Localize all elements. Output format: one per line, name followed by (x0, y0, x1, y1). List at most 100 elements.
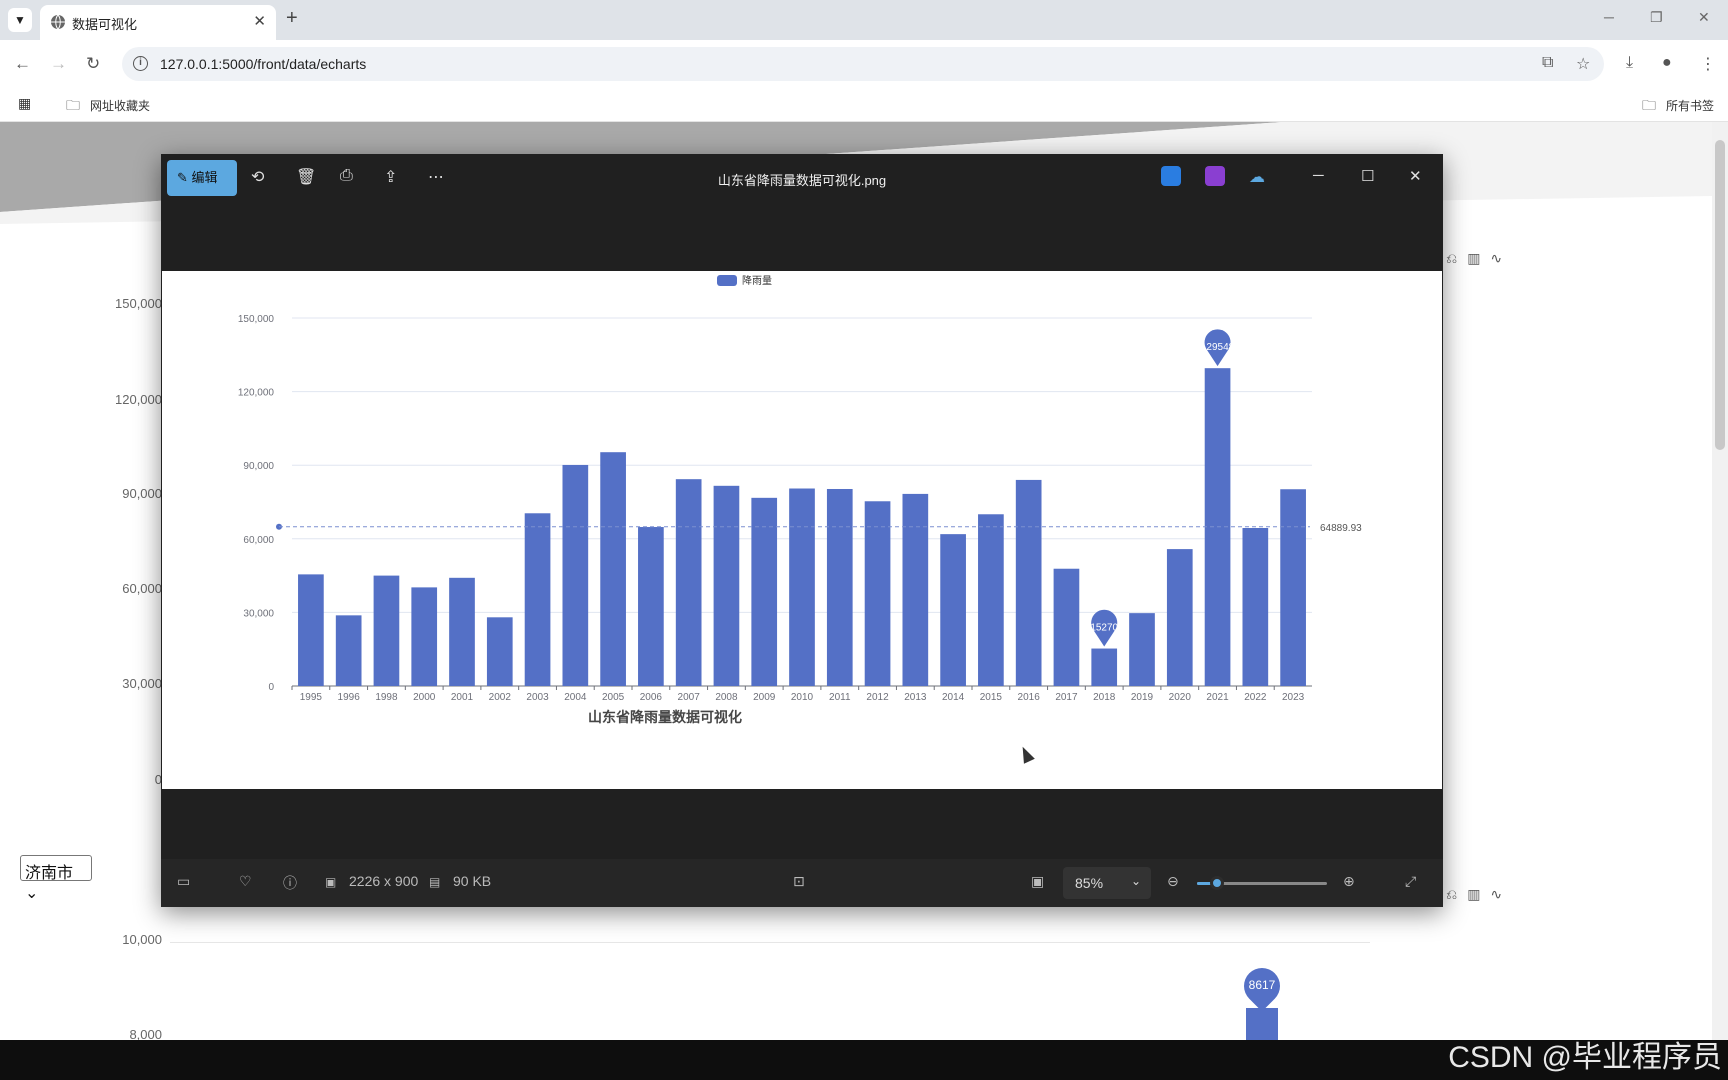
address-toolbar: ← → ↻ i 127.0.0.1:5000/front/data/echart… (0, 40, 1728, 88)
bg-chart2-ytick: 10,000 (122, 932, 162, 947)
x-tick-label: 2000 (413, 692, 436, 703)
filmstrip-icon[interactable]: ▭ (177, 873, 190, 890)
rainfall-bar-chart: 150,000 120,000 90,000 60,000 30,000 0 1995 199… (238, 274, 1362, 725)
bar (1280, 489, 1306, 686)
bg-axis-label: 60,000 (122, 581, 162, 596)
bg-gridline (170, 942, 1370, 943)
zoom-value: 85% (1075, 875, 1104, 891)
file-info-icon[interactable]: ⓘ (283, 873, 297, 893)
bg-axis-label: 120,000 (115, 392, 162, 407)
x-tick-label: 2016 (1018, 692, 1041, 703)
apps-grid-icon[interactable]: ▦ (18, 95, 31, 112)
y-tick-label: 0 (268, 682, 274, 693)
forward-button[interactable]: → (50, 54, 67, 74)
city-select[interactable]: 济南市 ⌄ (20, 855, 92, 902)
zoom-slider-thumb[interactable] (1209, 876, 1224, 890)
browser-tab-active[interactable]: 数据可视化 ✕ (40, 5, 276, 40)
zoom-out-icon[interactable]: ⊖ (1167, 873, 1179, 890)
browser-tabstrip: ▼ 数据可视化 ✕ + ─ ❐ ✕ (0, 0, 1728, 40)
mark-point-min-label: 15270 (1090, 622, 1118, 633)
x-tick-label: 2002 (489, 692, 512, 703)
viewer-minimize-button[interactable]: ─ (1313, 167, 1324, 184)
x-tick-label: 2004 (564, 692, 587, 703)
y-tick-label: 30,000 (243, 608, 274, 619)
bg-axis-label: 30,000 (122, 676, 162, 691)
tab-close-icon[interactable]: ✕ (253, 12, 266, 30)
chevron-down-icon: ⌄ (1130, 874, 1141, 888)
bar (1091, 648, 1118, 686)
viewer-maximize-button[interactable]: ☐ (1361, 167, 1374, 185)
x-tick-label: 2020 (1169, 692, 1192, 703)
site-info-icon[interactable]: i (133, 56, 148, 71)
favorite-heart-icon[interactable]: ♡ (239, 873, 252, 890)
y-tick-label: 150,000 (238, 314, 275, 325)
dimensions-icon: ▣ (325, 875, 337, 889)
bar (864, 501, 891, 686)
download-icon[interactable]: ⤓ (1626, 54, 1633, 72)
fullscreen-icon[interactable]: ⤢ (1405, 873, 1416, 890)
mark-point-max-label: 129548 (1201, 342, 1235, 353)
bar (562, 464, 589, 686)
folder-icon: 🗀 (66, 97, 80, 113)
x-tick-label: 2007 (678, 692, 701, 703)
x-tick-label: 2001 (451, 692, 474, 703)
bookmark-folder[interactable]: 网址收藏夹 (90, 97, 150, 114)
bar (940, 534, 966, 686)
bg-axis-label: 90,000 (122, 486, 162, 501)
actual-size-icon[interactable]: ▣ (1031, 873, 1044, 890)
designer-app-icon[interactable] (1161, 166, 1181, 186)
legend-label: 降雨量 (742, 274, 772, 287)
reload-button[interactable]: ↻ (86, 54, 100, 74)
bar (751, 497, 778, 686)
visual-search-icon[interactable]: ⊡ (793, 873, 805, 890)
x-tick-label: 1996 (338, 692, 361, 703)
zoom-dropdown[interactable]: 85% ⌄ (1063, 867, 1151, 899)
menu-kebab-icon[interactable]: ⋮ (1700, 54, 1716, 74)
photo-viewer-window: ✎ 编辑 ⟲ 🗑 ⎙ ⇪ ⋯ 山东省降雨量数据可视化.png ☁ ─ ☐ ✕ 1… (161, 154, 1443, 907)
x-tick-label: 2009 (753, 692, 776, 703)
url-text[interactable]: 127.0.0.1:5000/front/data/echarts (160, 56, 366, 72)
bar (524, 513, 551, 686)
image-canvas: 150,000 120,000 90,000 60,000 30,000 0 1995 199… (162, 271, 1442, 789)
bar (486, 617, 513, 686)
clipchamp-app-icon[interactable] (1205, 166, 1225, 186)
chart-toolbox-bottom[interactable]: ⎌▥∿ (1446, 886, 1512, 903)
address-bar[interactable]: i 127.0.0.1:5000/front/data/echarts ⧉ ☆ (122, 47, 1604, 81)
back-button[interactable]: ← (14, 54, 31, 74)
x-tick-label: 1995 (300, 692, 323, 703)
onedrive-icon[interactable]: ☁ (1249, 167, 1265, 187)
restore-window-button[interactable]: ❐ (1650, 9, 1663, 26)
x-tick-label: 2008 (715, 692, 738, 703)
bg-axis-label: 150,000 (115, 296, 162, 311)
bg-chart2-ytick: 8,000 (129, 1027, 162, 1040)
translate-icon[interactable]: ⧉ (1542, 54, 1553, 72)
x-tick-label: 2005 (602, 692, 625, 703)
page-scrollbar-thumb[interactable] (1715, 140, 1725, 450)
x-tick-label: 2018 (1093, 692, 1116, 703)
all-bookmarks[interactable]: 所有书签 (1666, 97, 1714, 114)
bar (638, 527, 664, 686)
x-tick-label: 2014 (942, 692, 965, 703)
globe-icon (51, 14, 65, 30)
new-tab-button[interactable]: + (286, 7, 298, 30)
x-tick-label: 2022 (1244, 692, 1267, 703)
x-tick-label: 2013 (904, 692, 927, 703)
viewer-close-button[interactable]: ✕ (1409, 167, 1422, 185)
bar (373, 575, 400, 686)
tab-title: 数据可视化 (72, 17, 138, 32)
profile-icon[interactable]: ● (1662, 54, 1672, 72)
tab-search-button[interactable]: ▼ (8, 8, 32, 32)
bar (335, 615, 362, 686)
chart-toolbox-top[interactable]: ⎌▥∿ (1446, 250, 1512, 267)
bg-axis-label: 0 (154, 772, 162, 787)
x-tick-label: 2006 (640, 692, 663, 703)
viewer-statusbar: ▭ ♡ ⓘ ▣ 2226 x 900 ▤ 90 KB ⊡ ▣ 85% ⌄ ⊖ ⊕ … (161, 859, 1443, 907)
close-window-button[interactable]: ✕ (1698, 9, 1710, 26)
minimize-window-button[interactable]: ─ (1604, 9, 1614, 25)
watermark: CSDN @毕业程序员 (1448, 1041, 1722, 1074)
y-tick-label: 60,000 (243, 535, 274, 546)
zoom-in-icon[interactable]: ⊕ (1343, 873, 1355, 890)
bookmark-star-icon[interactable]: ☆ (1576, 54, 1590, 74)
image-dimensions: 2226 x 900 (349, 873, 419, 889)
bar (1053, 568, 1080, 686)
